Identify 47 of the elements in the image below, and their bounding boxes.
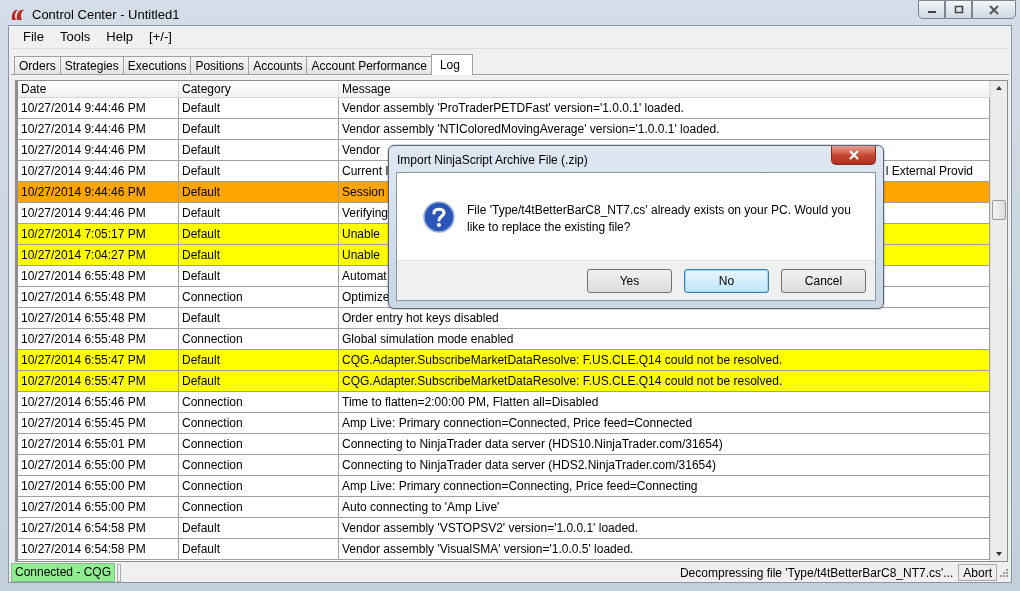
table-cell: Default [179,518,339,538]
table-cell: Connection [179,287,339,307]
table-cell: 10/27/2014 7:04:27 PM [18,245,179,265]
table-cell: Default [179,266,339,286]
table-cell: 10/27/2014 9:44:46 PM [18,161,179,181]
table-cell: 10/27/2014 6:55:01 PM [18,434,179,454]
status-message: Decompressing file 'Type/t4tBetterBarC8_NT7.cs'... [679,565,955,580]
table-cell: Default [179,539,339,559]
table-cell: Connection [179,329,339,349]
table-cell: 10/27/2014 6:54:58 PM [18,539,179,559]
table-cell: Default [179,308,339,328]
table-cell: Default [179,224,339,244]
table-cell: Default [179,350,339,370]
table-cell: Default [179,203,339,223]
table-cell: Default [179,371,339,391]
window-title: Control Center - Untitled1 [32,7,180,22]
table-cell: 10/27/2014 6:55:00 PM [18,455,179,475]
table-cell: 10/27/2014 7:05:17 PM [18,224,179,244]
table-cell: 10/27/2014 9:44:46 PM [18,98,179,118]
table-cell: Default [179,245,339,265]
table-cell: 10/27/2014 6:55:47 PM [18,371,179,391]
table-cell: 10/27/2014 6:55:45 PM [18,413,179,433]
table-cell: 10/27/2014 6:55:48 PM [18,308,179,328]
table-cell: Default [179,182,339,202]
table-cell: 10/27/2014 6:55:46 PM [18,392,179,412]
table-cell: 10/27/2014 6:54:58 PM [18,518,179,538]
table-cell: 10/27/2014 6:55:00 PM [18,476,179,496]
table-cell: 10/27/2014 9:44:46 PM [18,182,179,202]
table-cell: 10/27/2014 9:44:46 PM [18,140,179,160]
connection-status: Connected - CQG [11,563,116,582]
table-cell: 10/27/2014 6:55:48 PM [18,287,179,307]
table-cell: Connection [179,497,339,517]
table-cell: Default [179,98,339,118]
table-cell: 10/27/2014 6:55:48 PM [18,329,179,349]
table-cell: Connection [179,413,339,433]
table-cell: Default [179,119,339,139]
table-cell: 10/27/2014 9:44:46 PM [18,119,179,139]
table-cell: Connection [179,434,339,454]
table-cell: Default [179,161,339,181]
table-cell: 10/27/2014 6:55:48 PM [18,266,179,286]
table-cell: Connection [179,392,339,412]
table-cell: 10/27/2014 9:44:46 PM [18,203,179,223]
table-cell: 10/27/2014 6:55:00 PM [18,497,179,517]
table-cell: Connection [179,455,339,475]
table-cell: Connection [179,476,339,496]
table-cell: 10/27/2014 6:55:47 PM [18,350,179,370]
table-cell: Default [179,140,339,160]
